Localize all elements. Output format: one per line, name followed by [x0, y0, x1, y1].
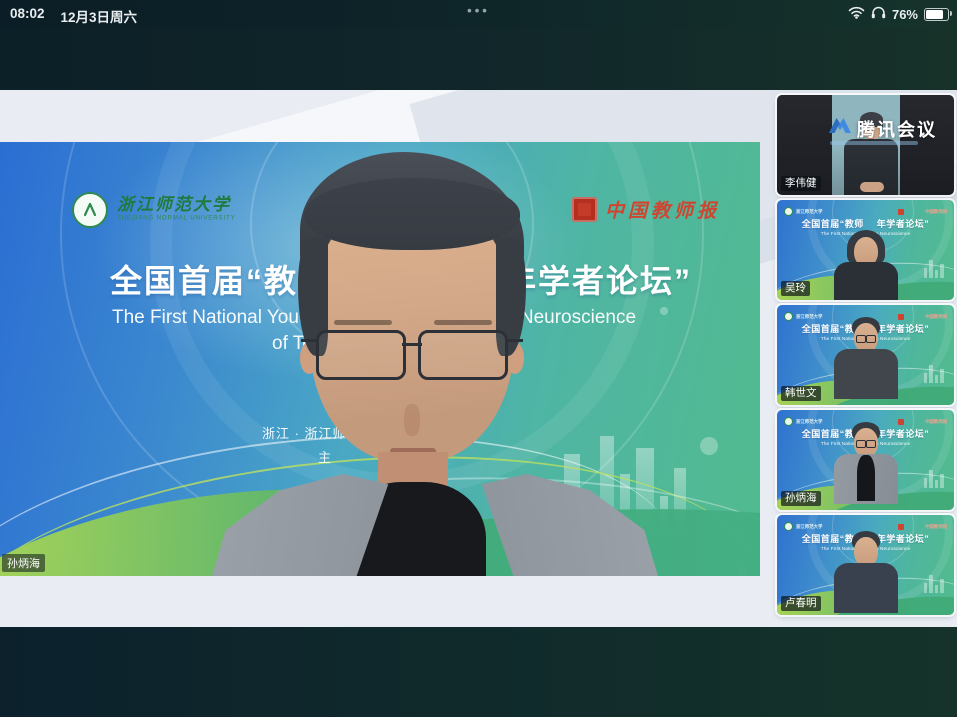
participant-figure: [821, 422, 911, 510]
status-bar: 08:02 12月3日周六 ••• 76%: [0, 0, 957, 28]
participant-hands: [860, 182, 884, 192]
participant-figure: [821, 317, 911, 405]
clock: 08:02: [10, 6, 45, 26]
speaker-eyebrow: [434, 320, 492, 325]
speaker-hair-fringe: [304, 178, 520, 250]
mini-city: [924, 575, 944, 593]
watermark-subtext-blur: [830, 141, 918, 145]
home-indicator-dots[interactable]: •••: [467, 3, 490, 18]
participant-name-label: 孙炳海: [781, 491, 821, 506]
main-speaker-video[interactable]: 浙江师范大学 ZHEJIANG NORMAL UNIVERSITY 中国教师报 …: [0, 142, 760, 576]
status-left: 08:02 12月3日周六: [10, 6, 137, 26]
mini-city: [924, 365, 944, 383]
battery-icon: [924, 8, 949, 21]
participant-name-label: 吴玲: [781, 281, 810, 296]
participant-tile-liweijian[interactable]: 李伟健: [777, 95, 954, 195]
mini-zjnu-logo: 浙江师范大学: [784, 206, 844, 217]
participant-tile-hanshiwen[interactable]: 浙江师范大学 中国教师报 全国首届“教师年学者论坛” The First Nat…: [777, 305, 954, 405]
status-right: 76%: [848, 6, 949, 22]
wifi-icon: [848, 6, 865, 22]
tencent-meeting-logo-icon: [827, 113, 853, 144]
headset-icon: [871, 6, 886, 22]
participant-name-label: 韩世文: [781, 386, 821, 401]
slide-bubble: [660, 307, 668, 315]
battery-percent: 76%: [892, 7, 918, 22]
mini-city: [924, 470, 944, 488]
mini-city: [924, 260, 944, 278]
participant-tile-wuling[interactable]: 浙江师范大学 中国教师报 全国首届“教师年学者论坛” The First Nat…: [777, 200, 954, 300]
tencent-meeting-watermark: 腾讯会议: [827, 113, 937, 144]
date-label: 12月3日周六: [61, 6, 138, 26]
participant-name-label: 李伟健: [781, 176, 821, 191]
participant-name-label: 卢春明: [781, 596, 821, 611]
participant-tile-sunbinghai[interactable]: 浙江师范大学 中国教师报 全国首届“教师年学者论坛” The First Nat…: [777, 410, 954, 510]
speaker-figure: [212, 152, 658, 576]
mini-forum-title: 全国首届“教师年学者论坛”: [777, 217, 954, 230]
bottom-letterbox-band: [0, 627, 957, 717]
zjnu-emblem-icon: [72, 192, 108, 228]
speaker-glasses: [316, 330, 508, 380]
main-speaker-name-label: 孙炳海: [2, 554, 45, 572]
speaker-nose-shadow: [404, 404, 420, 436]
participant-tile-luchunming[interactable]: 浙江师范大学 中国教师报 全国首届“教师年学者论坛” The First Nat…: [777, 515, 954, 615]
mini-ctd-logo: 中国教师报: [898, 206, 947, 217]
participant-figure: [821, 230, 911, 300]
speaker-eyebrow: [334, 320, 392, 325]
top-letterbox-band: [0, 28, 957, 90]
tencent-meeting-brand-text: 腾讯会议: [857, 116, 937, 142]
participant-figure: [821, 531, 911, 615]
